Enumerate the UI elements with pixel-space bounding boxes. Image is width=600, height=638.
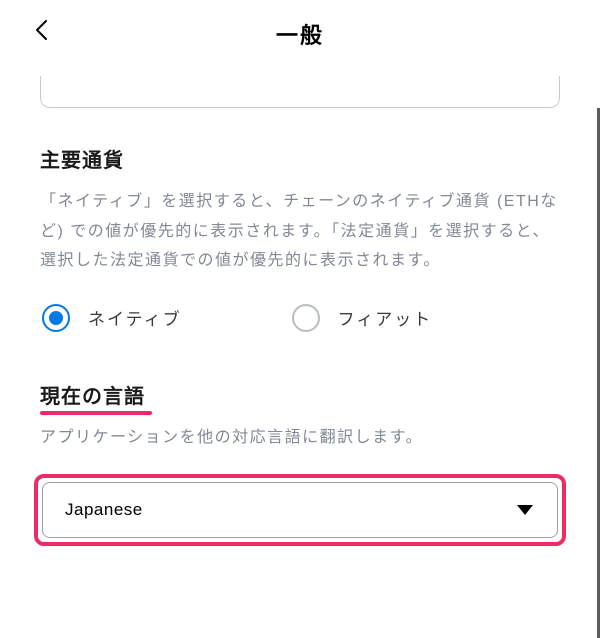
radio-indicator: [42, 304, 70, 332]
highlight-underline: [40, 411, 152, 415]
radio-indicator: [292, 304, 320, 332]
language-description: アプリケーションを他の対応言語に翻訳します。: [40, 423, 560, 453]
previous-setting-box: [40, 76, 560, 108]
primary-currency-description: 「ネイティブ」を選択すると、チェーンのネイティブ通貨 (ETHなど) での値が優…: [40, 187, 560, 276]
chevron-down-icon: [517, 505, 533, 515]
primary-currency-radio-group: ネイティブ フィアット: [40, 304, 560, 332]
primary-currency-section: 主要通貨 「ネイティブ」を選択すると、チェーンのネイティブ通貨 (ETHなど) …: [0, 144, 600, 332]
header: 一般: [0, 0, 600, 66]
radio-label-fiat: フィアット: [338, 305, 433, 330]
language-title-wrap: 現在の言語: [40, 380, 145, 409]
radio-label-native: ネイティブ: [88, 305, 182, 330]
language-dropdown-value: Japanese: [65, 500, 143, 520]
radio-option-native[interactable]: ネイティブ: [42, 304, 182, 332]
primary-currency-title: 主要通貨: [40, 144, 560, 173]
back-button[interactable]: [28, 16, 56, 44]
language-dropdown-highlight: Japanese: [34, 474, 566, 546]
radio-option-fiat[interactable]: フィアット: [292, 304, 433, 332]
page-title: 一般: [276, 18, 324, 50]
language-section: 現在の言語 アプリケーションを他の対応言語に翻訳します。: [0, 342, 600, 453]
language-dropdown[interactable]: Japanese: [42, 482, 558, 538]
radio-inner-dot: [49, 311, 63, 325]
chevron-left-icon: [33, 18, 51, 42]
language-title: 現在の言語: [40, 380, 145, 409]
